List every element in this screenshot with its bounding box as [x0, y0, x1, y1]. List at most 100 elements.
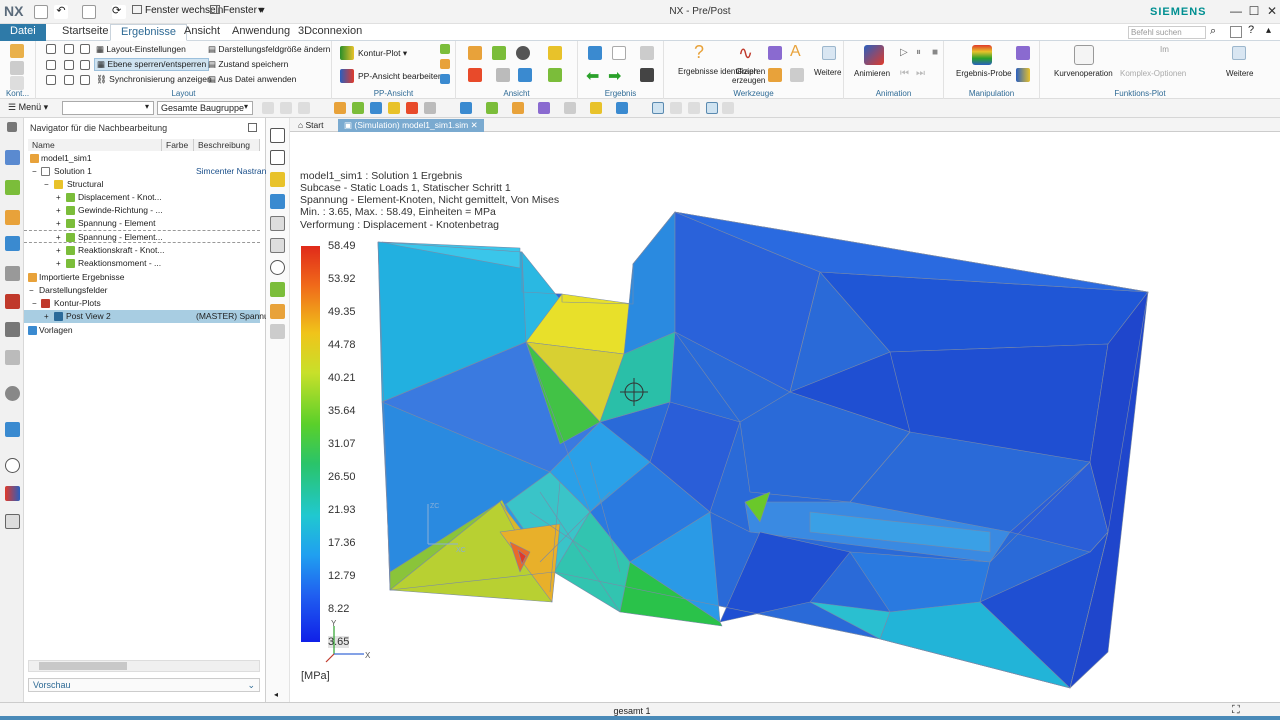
tool-icon[interactable] — [270, 324, 285, 339]
more-button[interactable]: Weitere — [814, 68, 841, 77]
tree-row[interactable]: + Spannung - Element... — [24, 230, 260, 243]
fringe-icon[interactable] — [5, 486, 20, 501]
tree-row-selected[interactable]: + Post View 2 (MASTER) Spannu... — [24, 310, 276, 323]
menu-button[interactable]: ☰ Menü ▾ — [8, 102, 48, 113]
layout-icon[interactable] — [1230, 26, 1242, 38]
complex-icon[interactable]: Im — [1160, 45, 1169, 54]
tool-icon[interactable] — [10, 61, 24, 75]
expand-icon[interactable]: + — [56, 244, 61, 257]
toolbar-customize-icon[interactable] — [82, 5, 96, 19]
pp-tool-icon[interactable] — [440, 44, 450, 54]
tree-row[interactable]: − Solution 1 Simcenter Nastran — [24, 165, 266, 178]
next-arrow-icon[interactable]: ➡ — [608, 66, 621, 86]
more-button[interactable]: Weitere — [1226, 69, 1253, 78]
pause-icon[interactable]: ⏸ — [916, 47, 921, 58]
tree-row[interactable]: + Displacement - Knot... — [24, 191, 260, 204]
lock-layer-button[interactable]: ▦ Ebene sperren/entsperren — [94, 58, 210, 71]
tool-icon[interactable] — [270, 260, 285, 275]
pp-tool-icon[interactable] — [440, 59, 450, 69]
tab-simulation[interactable]: ▣ (Simulation) model1_sim1.sim ✕ — [338, 119, 484, 132]
column-name[interactable]: Name — [28, 139, 162, 151]
selection-icon[interactable] — [722, 102, 734, 114]
snap-icon[interactable] — [298, 102, 310, 114]
clock-icon[interactable] — [5, 458, 20, 473]
layout-icon[interactable] — [80, 75, 90, 85]
pp-tool-icon[interactable] — [440, 74, 450, 84]
previous-arrow-icon[interactable]: ⬅ — [586, 66, 599, 86]
maximize-panel-icon[interactable] — [248, 123, 257, 132]
expand-icon[interactable]: + — [56, 217, 61, 230]
tab-start[interactable]: ⌂ Start — [292, 119, 329, 132]
expand-icon[interactable]: + — [44, 310, 49, 323]
tree-row[interactable]: − Structural — [24, 178, 260, 191]
selection-icon[interactable] — [460, 102, 472, 114]
selection-icon[interactable] — [616, 102, 628, 114]
save-state-button[interactable]: ▤ Zustand speichern — [208, 59, 288, 70]
more-icon[interactable] — [822, 46, 836, 60]
selection-icon[interactable] — [352, 102, 364, 114]
tool-icon[interactable] — [5, 514, 20, 529]
collapse-icon[interactable]: − — [32, 165, 37, 178]
snap-icon[interactable] — [262, 102, 274, 114]
selection-icon[interactable] — [370, 102, 382, 114]
expand-icon[interactable]: + — [56, 257, 61, 270]
apply-from-file-button[interactable]: ▤ Aus Datei anwenden — [208, 74, 296, 85]
system-icon[interactable] — [5, 386, 20, 401]
collapse-left-icon[interactable]: ◂ — [274, 690, 278, 699]
tool-icon[interactable] — [768, 46, 782, 60]
history-icon[interactable] — [5, 236, 20, 251]
layout-settings-button[interactable]: ▦ Layout-Einstellungen — [96, 44, 186, 55]
layout-grid-icon[interactable] — [80, 44, 90, 54]
preview-panel[interactable]: Vorschau ⌄ — [28, 678, 260, 692]
ribbon-collapse-icon[interactable]: ▴ — [1266, 25, 1271, 36]
manip-icon[interactable] — [1016, 46, 1030, 60]
selection-icon[interactable] — [670, 102, 682, 114]
annotation-icon[interactable]: A — [790, 43, 801, 61]
tool-icon[interactable] — [270, 216, 285, 231]
tree-row[interactable]: + Spannung - Element — [24, 217, 260, 230]
simulation-navigator-icon[interactable] — [5, 180, 20, 195]
view-icon[interactable] — [548, 46, 562, 60]
close-icon[interactable]: ✕ — [1262, 4, 1280, 20]
selection-icon[interactable] — [538, 102, 550, 114]
step-back-icon[interactable]: ⏮ — [900, 68, 909, 79]
maximize-icon[interactable]: ☐ — [1244, 4, 1264, 20]
horizontal-scrollbar[interactable] — [28, 660, 260, 672]
stop-icon[interactable]: ■ — [932, 47, 938, 58]
tree-row[interactable]: + Reaktionsmoment - ... — [24, 257, 260, 270]
create-graph-button[interactable]: Graph erzeugen — [732, 67, 765, 85]
curve-operation-icon[interactable] — [1074, 45, 1094, 65]
result-probe-icon[interactable] — [972, 45, 992, 65]
type-filter-select[interactable] — [62, 101, 154, 115]
tree-row[interactable]: model1_sim1 — [24, 152, 260, 165]
save-icon[interactable] — [34, 5, 48, 19]
close-tab-icon[interactable]: ✕ — [471, 120, 478, 130]
chevron-down-icon[interactable]: ⌄ — [247, 679, 255, 691]
tool-icon[interactable] — [10, 76, 24, 90]
result-icon[interactable] — [640, 68, 654, 82]
layout-icon[interactable] — [46, 75, 56, 85]
expand-icon[interactable]: + — [56, 231, 61, 244]
graphics-window[interactable]: model1_sim1 : Solution 1 Ergebnis Subcas… — [290, 132, 1280, 702]
graph-icon[interactable]: ∿ — [738, 43, 753, 64]
tree-row[interactable]: − Darstellungsfelder — [24, 284, 260, 297]
window-menu-button[interactable]: Fenster ▾ — [210, 5, 265, 16]
column-description[interactable]: Beschreibung — [194, 139, 260, 151]
identify-results-icon[interactable]: ? — [694, 42, 704, 63]
tab-datei[interactable]: Datei — [0, 24, 46, 41]
selection-icon[interactable] — [590, 102, 602, 114]
layout-single-icon[interactable] — [46, 44, 56, 54]
scope-select[interactable]: Gesamte Baugruppe — [157, 101, 253, 115]
view-icon[interactable] — [518, 68, 532, 82]
tool-icon[interactable] — [790, 68, 804, 82]
minimize-icon[interactable]: — — [1226, 4, 1246, 20]
selection-icon[interactable] — [706, 102, 718, 114]
tool-icon[interactable] — [270, 172, 285, 187]
resize-viewport-button[interactable]: ▤ Darstellungsfeldgröße ändern — [208, 44, 330, 55]
view-icon[interactable] — [492, 46, 506, 60]
layout-icon[interactable] — [80, 60, 90, 70]
layout-split-icon[interactable] — [64, 44, 74, 54]
search-icon[interactable]: ⌕ — [1210, 25, 1216, 38]
result-probe-button[interactable]: Ergebnis-Probe — [956, 69, 1012, 78]
result-icon[interactable] — [588, 46, 602, 60]
